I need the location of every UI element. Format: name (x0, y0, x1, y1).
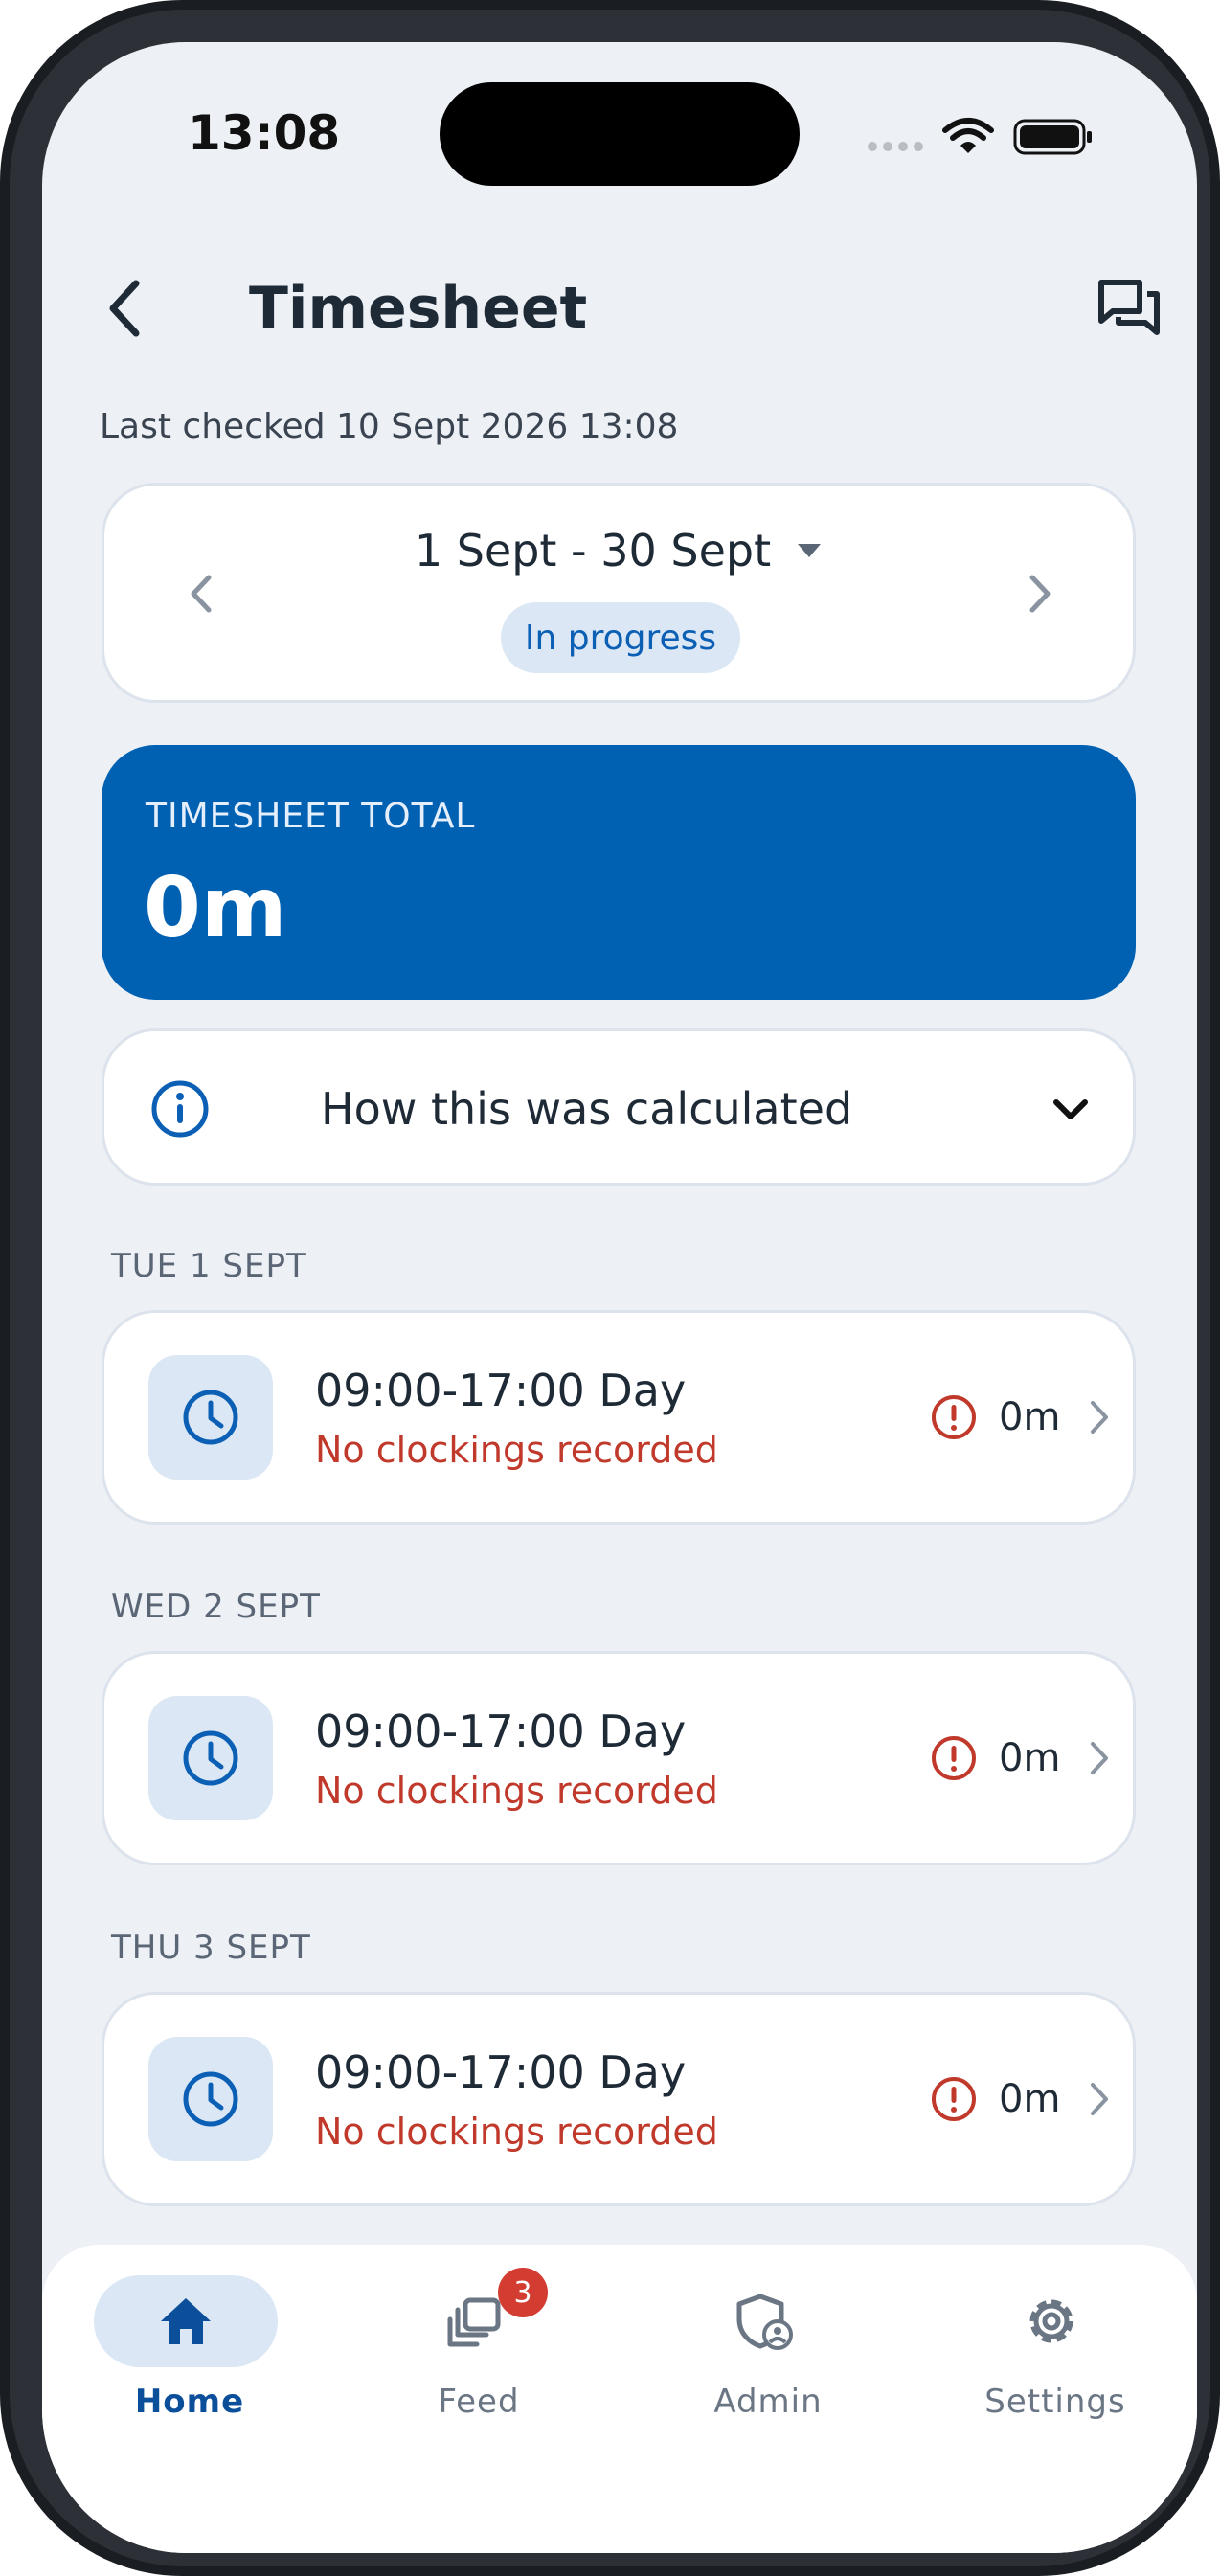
nav-feed[interactable]: 3 Feed (354, 2268, 603, 2448)
period-label: 1 Sept - 30 Sept (414, 525, 772, 576)
chevron-right-icon (1091, 1742, 1108, 1774)
day-heading: THU 3 SEPT (111, 1929, 311, 1967)
chevron-left-icon (191, 575, 212, 613)
alert-icon (932, 1736, 976, 1780)
back-button[interactable] (92, 268, 157, 349)
shift-icon-box (148, 1696, 273, 1820)
gear-icon (1029, 2299, 1073, 2343)
timesheet-total-value: 0m (144, 860, 287, 956)
last-checked-text: Last checked 10 Sept 2026 13:08 (100, 407, 679, 446)
nav-home-label: Home (134, 2383, 245, 2421)
shift-duration: 0m (999, 1736, 1061, 1780)
clock-icon (183, 1730, 238, 1786)
wifi-icon (942, 118, 994, 153)
device-frame: 13:08 Timesheet Last checked 10 Sept 202… (0, 0, 1220, 2576)
nav-admin[interactable]: Admin (644, 2275, 892, 2448)
nav-admin-label: Admin (713, 2383, 823, 2421)
calculation-label: How this was calculated (321, 1083, 853, 1135)
shift-card[interactable]: 09:00-17:00 Day No clockings recorded 0m (102, 1651, 1136, 1865)
page-title: Timesheet (249, 275, 588, 342)
calculation-expander[interactable]: How this was calculated (102, 1028, 1136, 1186)
shift-time: 09:00-17:00 Day (315, 1706, 687, 1757)
day-heading: TUE 1 SEPT (111, 1247, 307, 1285)
nav-settings-label: Settings (984, 2383, 1126, 2421)
next-period-button[interactable] (1012, 560, 1070, 627)
stack-icon (447, 2297, 501, 2347)
home-icon (161, 2298, 211, 2344)
device-bezel: 13:08 Timesheet Last checked 10 Sept 202… (10, 10, 1210, 2566)
day-heading: WED 2 SEPT (111, 1588, 321, 1626)
status-time: 13:08 (188, 105, 341, 161)
feed-count-badge: 3 (498, 2268, 548, 2317)
shift-card[interactable]: 09:00-17:00 Day No clockings recorded 0m (102, 1992, 1136, 2206)
shift-status: No clockings recorded (315, 1770, 718, 1812)
dynamic-island (440, 82, 800, 186)
shift-status: No clockings recorded (315, 2111, 718, 2153)
clock-icon (183, 2071, 238, 2127)
timesheet-total-card: TIMESHEET TOTAL 0m (102, 745, 1136, 1000)
clock-icon (183, 1390, 238, 1445)
shield-user-icon (736, 2294, 793, 2350)
period-selector: 1 Sept - 30 Sept In progress (102, 483, 1136, 703)
screen: 13:08 Timesheet Last checked 10 Sept 202… (42, 42, 1197, 2553)
shift-time: 09:00-17:00 Day (315, 1365, 687, 1416)
nav-settings[interactable]: Settings (931, 2275, 1180, 2448)
timesheet-total-label: TIMESHEET TOTAL (146, 797, 476, 836)
signal-icon (868, 142, 923, 151)
shift-duration: 0m (999, 1395, 1061, 1439)
chevron-right-icon (1029, 575, 1051, 613)
period-dropdown[interactable]: 1 Sept - 30 Sept (104, 522, 1133, 579)
caret-down-icon (798, 544, 822, 557)
shift-icon-box (148, 2037, 273, 2161)
messages-button[interactable] (1086, 268, 1172, 349)
shift-card[interactable]: 09:00-17:00 Day No clockings recorded 0m (102, 1310, 1136, 1525)
nav-feed-label: Feed (438, 2383, 520, 2421)
alert-icon (932, 1395, 976, 1439)
shift-time: 09:00-17:00 Day (315, 2046, 687, 2098)
chevron-right-icon (1091, 1401, 1108, 1434)
shift-status: No clockings recorded (315, 1429, 718, 1471)
period-status-badge: In progress (501, 602, 740, 673)
chevron-left-icon (109, 280, 140, 337)
info-icon (151, 1080, 209, 1138)
nav-home[interactable]: Home (65, 2275, 314, 2448)
chat-bubbles-icon (1098, 280, 1160, 335)
battery-icon (1013, 119, 1092, 155)
bottom-navigation: Home 3 Feed Admin Settings (42, 2245, 1197, 2553)
chevron-down-icon (1053, 1099, 1088, 1119)
alert-icon (932, 2077, 976, 2121)
chevron-right-icon (1091, 2083, 1108, 2115)
shift-icon-box (148, 1355, 273, 1480)
shift-duration: 0m (999, 2077, 1061, 2121)
